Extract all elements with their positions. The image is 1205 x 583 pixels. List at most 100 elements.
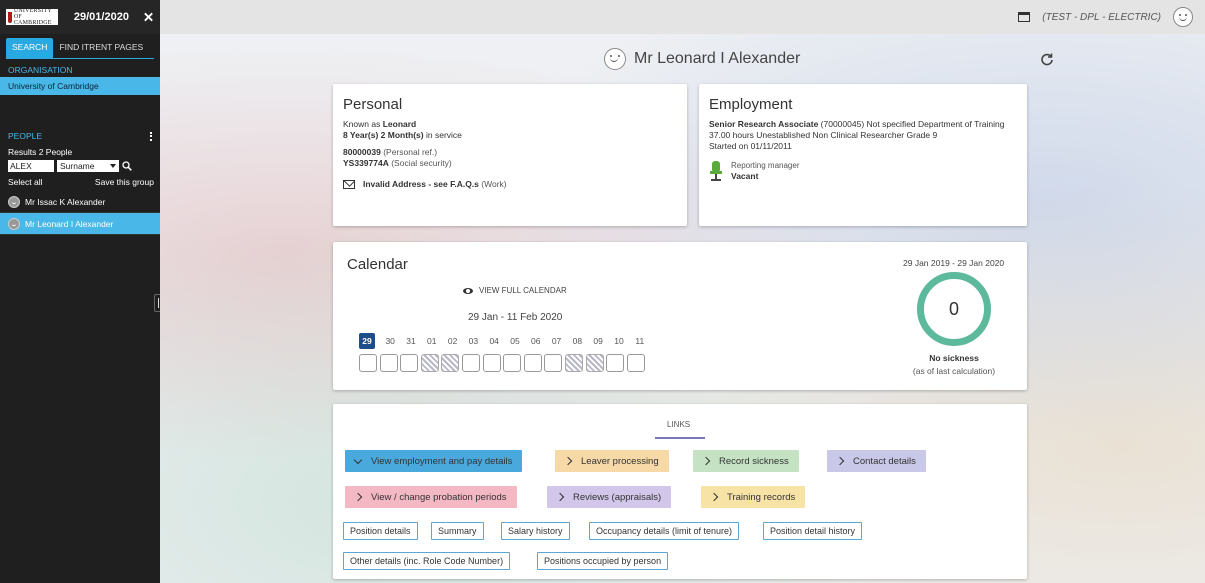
pill-label: Training records (727, 491, 796, 503)
chevron-right-icon (709, 492, 719, 502)
calendar-day-number[interactable]: 03 (463, 333, 484, 349)
hours-row: 37.00 hours Unestablished Non Clinical R… (709, 130, 938, 140)
calendar-day-box[interactable] (544, 354, 563, 372)
job-detail: (70000045) Not specified Department of T… (820, 119, 1005, 129)
chevron-right-icon (563, 456, 573, 466)
link-occupancy-details[interactable]: Occupancy details (limit of tenure) (589, 522, 740, 540)
calendar-day-box[interactable] (441, 354, 460, 372)
calendar-day-box[interactable] (379, 354, 398, 372)
person-item-label: Mr Issac K Alexander (25, 196, 106, 207)
search-icon[interactable] (122, 161, 132, 171)
close-icon[interactable] (143, 11, 154, 23)
calendar-day-box[interactable] (585, 354, 604, 372)
view-full-calendar-link[interactable]: VIEW FULL CALENDAR (463, 286, 567, 295)
calendar-day-number[interactable]: 10 (609, 333, 630, 349)
links-title: LINKS (667, 420, 691, 429)
save-group-link[interactable]: Save this group (95, 177, 154, 187)
top-bar: (TEST - DPL - ELECTRIC) (160, 0, 1205, 34)
chevron-right-icon (835, 456, 845, 466)
pill-label: Leaver processing (581, 455, 659, 467)
link-position-detail-history[interactable]: Position detail history (763, 522, 863, 540)
calendar-day-number[interactable]: 04 (484, 333, 505, 349)
employment-title: Employment (709, 96, 793, 113)
pill-leaver-processing[interactable]: Leaver processing (555, 450, 669, 472)
job-title: Senior Research Associate (709, 119, 819, 129)
address-suffix: (Work) (481, 179, 507, 189)
personal-ref-label: (Personal ref.) (383, 147, 438, 157)
calendar-day-box[interactable] (564, 354, 583, 372)
user-avatar-icon[interactable] (1173, 7, 1193, 27)
sidebar-tabs: SEARCH FIND ITRENT PAGES (0, 34, 160, 58)
links-card: LINKS View employment and pay details Le… (333, 404, 1027, 579)
pill-contact-details[interactable]: Contact details (827, 450, 926, 472)
window-icon[interactable] (1018, 12, 1031, 22)
logo-text: UNIVERSITY OF CAMBRIDGE (13, 8, 52, 26)
address-row[interactable]: Invalid Address - see F.A.Q.s (Work) (343, 179, 677, 190)
social-security-value: YS339774A (343, 158, 389, 168)
calendar-day-box[interactable] (400, 354, 419, 372)
pill-label: Reviews (appraisals) (573, 491, 662, 503)
chevron-down-icon (353, 455, 363, 464)
calendar-range: 29 Jan - 11 Feb 2020 (468, 312, 563, 323)
person-item[interactable]: Mr Issac K Alexander (0, 191, 160, 213)
sickness-range: 29 Jan 2019 - 29 Jan 2020 (903, 258, 1005, 268)
search-field-value: Surname (60, 161, 95, 171)
select-all-link[interactable]: Select all (8, 177, 43, 187)
calendar-day-number[interactable]: 09 (588, 333, 609, 349)
pill-label: View / change probation periods (371, 491, 507, 503)
job-row: Senior Research Associate (70000045) Not… (709, 119, 1017, 130)
personal-title: Personal (343, 96, 403, 113)
organisation-item[interactable]: University of Cambridge (0, 77, 160, 95)
calendar-day-number[interactable]: 30 (380, 333, 401, 349)
calendar-day-number[interactable]: 06 (525, 333, 546, 349)
pill-training-records[interactable]: Training records (701, 486, 806, 508)
link-salary-history[interactable]: Salary history (501, 522, 570, 540)
calendar-day-number[interactable]: 01 (421, 333, 442, 349)
calendar-day-number[interactable]: 07 (546, 333, 567, 349)
calendar-day-box[interactable] (626, 354, 645, 372)
search-input[interactable] (8, 160, 54, 172)
tab-find-itrent-pages[interactable]: FIND ITRENT PAGES (53, 38, 149, 58)
calendar-day-box[interactable] (461, 354, 480, 372)
pill-reviews[interactable]: Reviews (appraisals) (547, 486, 672, 508)
link-position-details[interactable]: Position details (343, 522, 418, 540)
refresh-icon[interactable] (1040, 52, 1054, 66)
sickness-note: (as of last calculation) (912, 366, 996, 376)
pill-label: Record sickness (719, 455, 789, 467)
people-menu-icon[interactable] (150, 131, 152, 141)
calendar-day-number[interactable]: 02 (442, 333, 463, 349)
calendar-day-number[interactable]: 08 (567, 333, 588, 349)
calendar-day-box[interactable] (606, 354, 625, 372)
avatar-icon (8, 217, 20, 230)
pill-record-sickness[interactable]: Record sickness (693, 450, 799, 472)
calendar-day-box[interactable] (420, 354, 439, 372)
crest-icon (8, 11, 12, 23)
person-item-label: Mr Leonard I Alexander (25, 218, 114, 229)
calendar-day-box[interactable] (503, 354, 522, 372)
calendar-day-number[interactable]: 31 (401, 333, 422, 349)
link-positions-occupied[interactable]: Positions occupied by person (537, 552, 669, 570)
calendar-card: Calendar VIEW FULL CALENDAR 29 Jan - 11 … (333, 242, 1027, 390)
eye-icon (463, 287, 473, 294)
calendar-day-boxes (359, 354, 645, 372)
person-item-selected[interactable]: Mr Leonard I Alexander (0, 213, 160, 235)
search-field-select[interactable]: Surname (57, 160, 119, 172)
link-other-details[interactable]: Other details (inc. Role Code Number) (343, 552, 511, 570)
view-full-calendar-label: VIEW FULL CALENDAR (479, 286, 567, 295)
sidebar-header: UNIVERSITY OF CAMBRIDGE 29/01/2020 (0, 0, 160, 34)
pill-employment-pay[interactable]: View employment and pay details (345, 450, 523, 472)
link-summary[interactable]: Summary (431, 522, 484, 540)
calendar-day-today[interactable]: 29 (359, 333, 375, 349)
pill-probation[interactable]: View / change probation periods (345, 486, 517, 508)
manager-value: Vacant (731, 171, 759, 181)
personal-card: Personal Known as Leonard 8 Year(s) 2 Mo… (333, 84, 687, 226)
calendar-day-box[interactable] (523, 354, 542, 372)
calendar-day-box[interactable] (359, 354, 377, 372)
started-row: Started on 01/11/2011 (709, 141, 792, 151)
service-row: 8 Year(s) 2 Month(s) in service (343, 130, 677, 141)
calendar-day-number[interactable]: 05 (505, 333, 526, 349)
calendar-day-number[interactable]: 11 (629, 333, 650, 349)
tab-search[interactable]: SEARCH (6, 38, 54, 58)
main-content: Mr Leonard I Alexander Personal Known as… (160, 34, 1205, 583)
calendar-day-box[interactable] (482, 354, 501, 372)
